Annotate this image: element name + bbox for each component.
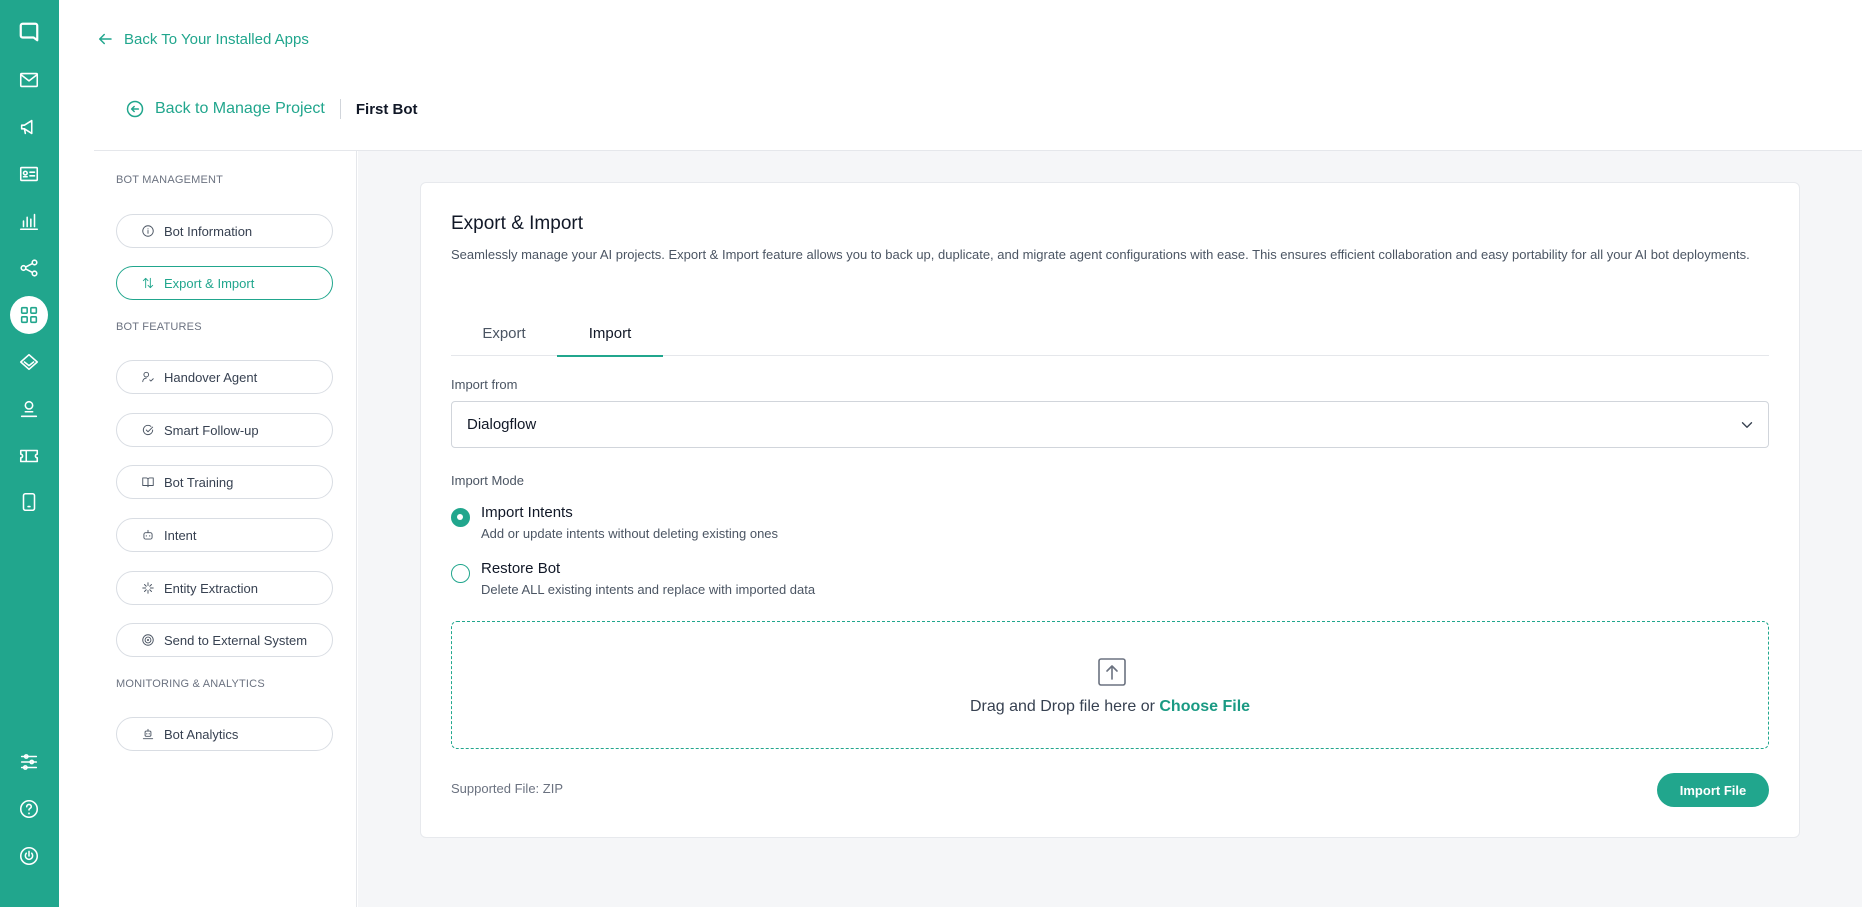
radio-import-intents[interactable]: Import Intents Add or update intents wit… <box>451 503 778 541</box>
layers-icon[interactable] <box>17 350 41 374</box>
radio-button-selected[interactable] <box>451 508 470 527</box>
transfer-icon <box>142 277 154 289</box>
back-to-installed-apps-link[interactable]: Back To Your Installed Apps <box>96 30 309 48</box>
sparkle-icon <box>142 582 154 594</box>
user-icon[interactable] <box>17 397 41 421</box>
back-to-manage-project-link[interactable]: Back to Manage Project <box>125 99 325 119</box>
card-title: Export & Import <box>451 213 583 234</box>
section-title-monitoring-analytics: MONITORING & ANALYTICS <box>116 678 265 690</box>
import-mode-label: Import Mode <box>451 473 524 488</box>
book-icon <box>142 477 154 488</box>
share-icon[interactable] <box>17 256 41 280</box>
import-file-button[interactable]: Import File <box>1657 773 1769 807</box>
megaphone-icon[interactable] <box>17 115 41 139</box>
sidebar-item-bot-analytics[interactable]: Bot Analytics <box>116 717 333 751</box>
import-from-label: Import from <box>451 377 518 392</box>
settings-sliders-icon[interactable] <box>17 750 41 774</box>
contact-card-icon[interactable] <box>17 162 41 186</box>
file-dropzone[interactable]: Drag and Drop file here or Choose File <box>451 621 1769 749</box>
mobile-icon[interactable] <box>17 490 41 514</box>
tab-bar: Export Import <box>451 311 1769 357</box>
sidebar-item-handover-agent[interactable]: Handover Agent <box>116 360 333 394</box>
supported-file-note: Supported File: ZIP <box>451 781 563 796</box>
sidebar-item-label: Bot Analytics <box>164 726 239 742</box>
sidebar-item-label: Bot Training <box>164 474 234 490</box>
import-from-value: Dialogflow <box>467 416 537 433</box>
radio-button[interactable] <box>451 564 470 583</box>
breadcrumb-divider <box>339 99 341 119</box>
sidebar-item-label: Send to External System <box>164 632 308 648</box>
sidebar-item-export-import[interactable]: Export & Import <box>116 266 333 300</box>
robot-icon <box>143 529 153 540</box>
sidebar-item-label: Entity Extraction <box>164 580 258 596</box>
sidebar-item-label: Export & Import <box>164 275 255 291</box>
choose-file-link[interactable]: Choose File <box>1159 698 1250 715</box>
section-title-bot-features: BOT FEATURES <box>116 321 202 333</box>
radio-subtitle: Delete ALL existing intents and replace … <box>481 582 816 597</box>
sidebar-item-label: Smart Follow-up <box>164 422 259 438</box>
section-title-bot-management: BOT MANAGEMENT <box>116 174 224 186</box>
sidebar-item-label: Bot Information <box>164 223 253 239</box>
dropzone-text: Drag and Drop file here or Choose File <box>452 698 1768 716</box>
bot-analytics-icon <box>142 728 154 740</box>
analytics-icon[interactable] <box>17 209 41 233</box>
app-rail <box>0 0 59 907</box>
circle-arrow-left-icon <box>126 100 144 118</box>
sidebar-item-bot-information[interactable]: Bot Information <box>116 214 333 248</box>
radio-subtitle: Add or update intents without deleting e… <box>481 526 779 541</box>
sidebar-item-intent[interactable]: Intent <box>116 518 333 552</box>
export-import-card: Export & Import Seamlessly manage your A… <box>420 182 1800 838</box>
ticket-icon[interactable] <box>17 444 41 468</box>
mail-icon[interactable] <box>17 68 41 92</box>
import-from-select[interactable]: Dialogflow <box>451 401 1769 448</box>
radio-title: Restore Bot <box>481 560 561 577</box>
power-icon[interactable] <box>17 844 41 868</box>
tab-import[interactable]: Import <box>557 311 663 357</box>
back-project-label: Back to Manage Project <box>155 100 325 117</box>
upload-icon <box>1096 656 1128 688</box>
help-icon[interactable] <box>17 797 41 821</box>
sidebar-item-send-to-external-system[interactable]: Send to External System <box>116 623 333 657</box>
sidebar-item-label: Handover Agent <box>164 369 258 385</box>
user-check-icon <box>142 371 154 383</box>
breadcrumb: Back to Manage Project First Bot <box>125 98 418 120</box>
target-icon <box>142 634 154 646</box>
radio-restore-bot[interactable]: Restore Bot Delete ALL existing intents … <box>451 559 815 597</box>
tab-export[interactable]: Export <box>451 311 557 356</box>
settings-sidebar: BOT MANAGEMENT Bot Information Export & … <box>94 151 357 907</box>
sidebar-item-bot-training[interactable]: Bot Training <box>116 465 333 499</box>
sidebar-item-smart-follow-up[interactable]: Smart Follow-up <box>116 413 333 447</box>
apps-grid-icon[interactable] <box>17 303 41 327</box>
back-apps-label: Back To Your Installed Apps <box>124 30 309 48</box>
info-icon <box>142 225 154 237</box>
sidebar-item-entity-extraction[interactable]: Entity Extraction <box>116 571 333 605</box>
chevron-down-icon <box>1741 422 1753 428</box>
dropzone-instruction: Drag and Drop file here or <box>969 698 1155 715</box>
sidebar-item-label: Intent <box>164 527 197 543</box>
card-description: Seamlessly manage your AI projects. Expo… <box>451 247 1750 262</box>
follow-up-icon <box>142 424 154 436</box>
app-logo-icon[interactable] <box>17 20 41 44</box>
breadcrumb-current: First Bot <box>355 100 418 118</box>
radio-title: Import Intents <box>481 504 573 521</box>
arrow-left-icon <box>99 33 112 45</box>
